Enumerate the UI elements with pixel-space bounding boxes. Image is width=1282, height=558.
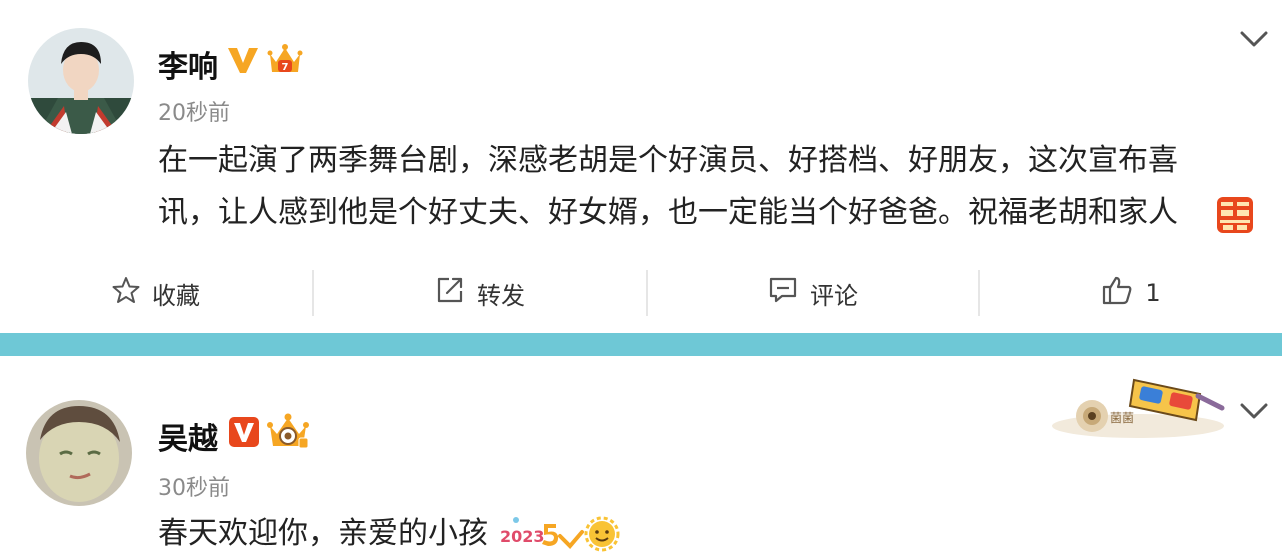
post-text-content: 春天欢迎你，亲爱的小孩 bbox=[158, 516, 488, 551]
3d-glasses-sticker: 菌菌 bbox=[1050, 372, 1226, 446]
author-name[interactable]: 吴越 bbox=[158, 414, 218, 458]
repost-icon bbox=[435, 275, 465, 311]
collect-button[interactable]: 收藏 bbox=[0, 262, 312, 324]
svg-text:菌菌: 菌菌 bbox=[1110, 411, 1134, 425]
post-card-2: 吴越 30秒前 春天欢迎你，亲爱的小孩 2023 菌菌 bbox=[0, 356, 1282, 558]
verified-v-icon bbox=[226, 44, 260, 80]
like-button[interactable]: 1 bbox=[980, 262, 1282, 324]
post-text-line-2: 讯，让人感到他是个好丈夫、好女婿，也一定能当个好爸爸。祝福老胡和家人 bbox=[158, 190, 1178, 236]
comment-icon bbox=[768, 276, 798, 310]
post-card-1: 李响 7 20秒前 在一起演了两季舞台剧，深感老胡是个好演员、好搭档、好朋友，这… bbox=[0, 0, 1282, 333]
comment-label: 评论 bbox=[810, 281, 858, 310]
comment-button[interactable]: 评论 bbox=[648, 262, 978, 324]
post-text-line-1: 在一起演了两季舞台剧，深感老胡是个好演员、好搭档、好朋友，这次宣布喜 bbox=[158, 143, 1178, 178]
avatar-image bbox=[28, 28, 134, 134]
svg-text:2023: 2023 bbox=[500, 527, 545, 546]
emoji-2023: 2023 bbox=[498, 514, 622, 558]
svg-text:7: 7 bbox=[282, 62, 289, 73]
star-icon bbox=[112, 276, 140, 310]
post-time: 30秒前 bbox=[158, 476, 230, 501]
author-name[interactable]: 李响 bbox=[158, 42, 218, 86]
avatar[interactable] bbox=[28, 28, 134, 134]
verified-v-icon bbox=[228, 416, 260, 452]
avatar[interactable] bbox=[26, 400, 132, 506]
double-happiness-emoji bbox=[1216, 196, 1254, 238]
crown-badge-icon bbox=[266, 412, 310, 454]
crown-badge-icon: 7 bbox=[266, 42, 304, 80]
chevron-down-icon[interactable] bbox=[1240, 30, 1268, 52]
post-text: 春天欢迎你，亲爱的小孩 bbox=[158, 511, 488, 557]
repost-button[interactable]: 转发 bbox=[314, 262, 646, 324]
action-bar: 收藏 转发 评论 1 bbox=[0, 262, 1282, 324]
avatar-image bbox=[26, 400, 132, 506]
chevron-down-icon[interactable] bbox=[1240, 402, 1268, 424]
post-time: 20秒前 bbox=[158, 101, 230, 126]
like-count: 1 bbox=[1145, 279, 1161, 307]
collect-label: 收藏 bbox=[152, 281, 200, 310]
thumbs-up-icon bbox=[1101, 275, 1133, 311]
post-text-line-2-content: 讯，让人感到他是个好丈夫、好女婿，也一定能当个好爸爸。祝福老胡和家人 bbox=[158, 195, 1178, 230]
post-divider-band bbox=[0, 333, 1282, 356]
repost-label: 转发 bbox=[477, 281, 525, 310]
